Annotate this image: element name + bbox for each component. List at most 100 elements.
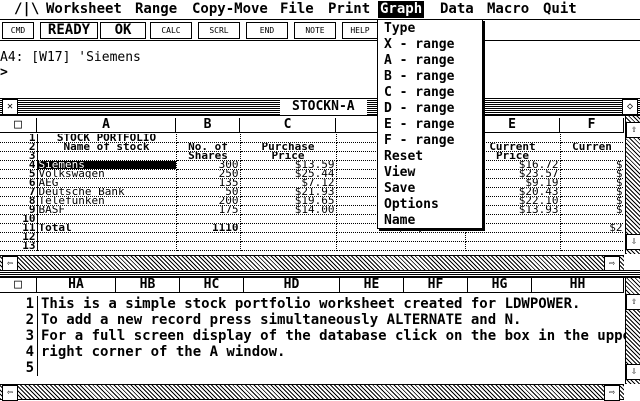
- col-header-a[interactable]: A: [37, 118, 176, 133]
- notes-vscroll[interactable]: ⇧ ⇩: [625, 278, 640, 384]
- graph-menu-options[interactable]: Options: [384, 197, 439, 213]
- col-header-b[interactable]: B: [176, 118, 240, 133]
- row-number[interactable]: 5: [0, 169, 38, 179]
- sheet-cell-a[interactable]: Siemens: [37, 160, 177, 170]
- menu-data[interactable]: Data: [440, 1, 474, 18]
- col-header-hf[interactable]: HF: [404, 278, 468, 293]
- sheet-cell-c[interactable]: $25.44: [240, 169, 337, 179]
- sheet-cell-b[interactable]: 1110: [176, 223, 241, 233]
- sheet-cell-b[interactable]: Shares: [176, 151, 241, 161]
- row-number[interactable]: 8: [0, 196, 38, 206]
- app-logo-icon[interactable]: /|\: [14, 1, 39, 18]
- notes-hscroll[interactable]: ⇦ ⇨: [0, 384, 624, 401]
- graph-menu-save[interactable]: Save: [384, 181, 415, 197]
- sheet-cell-a[interactable]: AEG: [37, 178, 177, 188]
- row-number[interactable]: 4: [0, 160, 38, 170]
- sheet-window-titlebar[interactable]: ✕ STOCKN-A ◇: [0, 98, 640, 116]
- menu-macro[interactable]: Macro: [487, 1, 529, 18]
- sheet-cell-a[interactable]: Total: [37, 223, 177, 233]
- col-header-hd[interactable]: HD: [244, 278, 340, 293]
- sheet-cell-a[interactable]: Name of stock: [37, 142, 177, 152]
- sheet-cell-d[interactable]: [336, 232, 466, 242]
- note-line[interactable]: 5: [0, 360, 624, 376]
- calc-button[interactable]: CALC: [150, 22, 192, 39]
- cmd-button[interactable]: CMD: [2, 22, 34, 39]
- fullscreen-icon[interactable]: ◇: [622, 99, 638, 115]
- row-number[interactable]: 2: [0, 142, 38, 152]
- menu-range[interactable]: Range: [135, 1, 177, 18]
- sheet-cell-b[interactable]: 200: [176, 196, 241, 206]
- col-header-ha[interactable]: HA: [37, 278, 116, 293]
- notes-scroll-down-icon[interactable]: ⇩: [626, 364, 640, 380]
- notes-scroll-left-icon[interactable]: ⇦: [2, 385, 18, 401]
- sheet-cell-c[interactable]: Price: [240, 151, 337, 161]
- col-header-c[interactable]: C: [240, 118, 336, 133]
- sheet-cell-f[interactable]: [560, 151, 624, 161]
- sheet-cell-f[interactable]: $: [560, 178, 624, 188]
- sheet-cell-b[interactable]: 50: [176, 187, 241, 197]
- sheet-cell-f[interactable]: $: [560, 205, 624, 215]
- col-header-hc[interactable]: HC: [180, 278, 244, 293]
- sheet-hscroll[interactable]: ⇦ ⇨: [0, 255, 624, 272]
- sheet-cell-f[interactable]: $: [560, 160, 624, 170]
- note-line[interactable]: 1 This is a simple stock portfolio worksh…: [0, 296, 624, 312]
- help-button[interactable]: HELP: [342, 22, 378, 39]
- graph-menu-type[interactable]: Type: [384, 21, 415, 37]
- sheet-cell-b[interactable]: 250: [176, 169, 241, 179]
- sheet-cell-b[interactable]: [176, 241, 241, 251]
- col-header-f[interactable]: F: [560, 118, 624, 133]
- sheet-cell-f[interactable]: [560, 232, 624, 242]
- graph-menu-name[interactable]: Name: [384, 213, 415, 229]
- graph-menu-a-range[interactable]: A - range: [384, 53, 454, 69]
- sheet-cell-f[interactable]: [560, 134, 624, 143]
- sheet-cell-f[interactable]: $: [560, 169, 624, 179]
- notes-lines[interactable]: 1 This is a simple stock portfolio worksh…: [0, 296, 639, 376]
- graph-menu-e-range[interactable]: E - range: [384, 117, 454, 133]
- sheet-grid[interactable]: □ A B C D E F 1STOCK PORTFOLIO2Name of s…: [0, 116, 624, 256]
- sheet-cell-a[interactable]: Volkswagen: [37, 169, 177, 179]
- menu-copy-move[interactable]: Copy-Move: [192, 1, 268, 18]
- sheet-cell-c[interactable]: $21.93: [240, 187, 337, 197]
- row-number[interactable]: 6: [0, 178, 38, 188]
- sheet-cell-f[interactable]: $2: [560, 223, 624, 233]
- ok-button[interactable]: OK: [100, 22, 146, 39]
- row-number[interactable]: 7: [0, 187, 38, 197]
- row-number[interactable]: 10: [0, 214, 38, 224]
- sheet-cell-c[interactable]: $7.12: [240, 178, 337, 188]
- row-number[interactable]: 3: [0, 151, 38, 161]
- sheet-cell-b[interactable]: 135: [176, 178, 241, 188]
- notes-corner-cell[interactable]: □: [0, 278, 37, 293]
- sheet-cell-b[interactable]: No. of: [176, 142, 241, 152]
- sheet-cell-c[interactable]: [240, 223, 337, 233]
- scroll-up-icon[interactable]: ⇧: [626, 122, 640, 138]
- graph-menu-view[interactable]: View: [384, 165, 415, 181]
- close-icon[interactable]: ✕: [2, 99, 18, 115]
- row-number[interactable]: 13: [0, 241, 38, 251]
- sheet-cell-a[interactable]: BASF: [37, 205, 177, 215]
- sheet-cell-f[interactable]: $: [560, 187, 624, 197]
- sheet-cell-a[interactable]: Telefunken: [37, 196, 177, 206]
- graph-menu-f-range[interactable]: F - range: [384, 133, 454, 149]
- col-header-he[interactable]: HE: [340, 278, 404, 293]
- menu-worksheet[interactable]: Worksheet: [46, 1, 122, 18]
- sheet-cell-b[interactable]: 175: [176, 205, 241, 215]
- sheet-cell-a[interactable]: [37, 241, 177, 251]
- sheet-cell-b[interactable]: [176, 134, 241, 143]
- row-number[interactable]: 9: [0, 205, 38, 215]
- graph-menu-reset[interactable]: Reset: [384, 149, 423, 165]
- row-number[interactable]: 1: [0, 134, 38, 143]
- sheet-cell-f[interactable]: [560, 214, 624, 224]
- col-header-hh[interactable]: HH: [532, 278, 624, 293]
- sheet-cell-d[interactable]: [336, 241, 466, 251]
- menu-print[interactable]: Print: [328, 1, 370, 18]
- menu-quit[interactable]: Quit: [543, 1, 577, 18]
- sheet-cell-a[interactable]: Deutsche Bank: [37, 187, 177, 197]
- note-button[interactable]: NOTE: [294, 22, 336, 39]
- sheet-cell-f[interactable]: [560, 241, 624, 251]
- scrl-button[interactable]: SCRL: [198, 22, 240, 39]
- sheet-cell-c[interactable]: Purchase: [240, 142, 337, 152]
- sheet-cell-b[interactable]: [176, 214, 241, 224]
- sheet-cell-c[interactable]: $13.59: [240, 160, 337, 170]
- sheet-cell-b[interactable]: 300: [176, 160, 241, 170]
- sheet-cell-f[interactable]: Curren: [560, 142, 624, 152]
